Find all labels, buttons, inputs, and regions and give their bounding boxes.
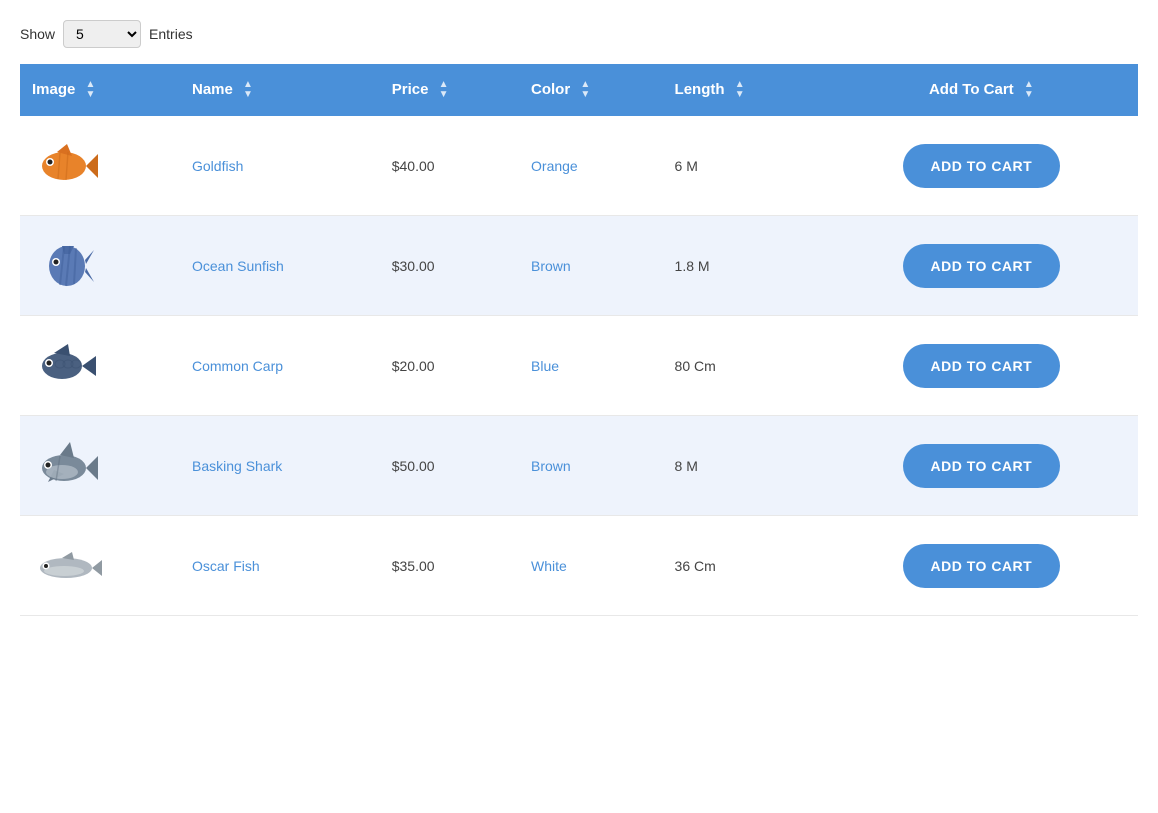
entries-select[interactable]: 5 10 25 50 100 <box>63 20 141 48</box>
add-to-cart-button[interactable]: ADD TO CART <box>903 544 1061 588</box>
table-row: Basking Shark$50.00Brown8 M ADD TO CART <box>20 416 1138 516</box>
fish-name: Common Carp <box>180 316 380 416</box>
fish-color: White <box>519 516 663 616</box>
cart-cell: ADD TO CART <box>825 216 1138 316</box>
fish-color: Blue <box>519 316 663 416</box>
sort-icon-cart: ▲▼ <box>1024 80 1034 100</box>
cart-cell: ADD TO CART <box>825 416 1138 516</box>
fish-image-cell <box>20 116 180 216</box>
col-header-image[interactable]: Image ▲▼ <box>20 64 180 116</box>
fish-color: Brown <box>519 416 663 516</box>
col-header-color[interactable]: Color ▲▼ <box>519 64 663 116</box>
col-header-price[interactable]: Price ▲▼ <box>380 64 519 116</box>
fish-name: Basking Shark <box>180 416 380 516</box>
fish-color: Orange <box>519 116 663 216</box>
sort-icon-price: ▲▼ <box>439 80 449 100</box>
table-row: Common Carp$20.00Blue80 Cm ADD TO CART <box>20 316 1138 416</box>
fish-price: $20.00 <box>380 316 519 416</box>
add-to-cart-button[interactable]: ADD TO CART <box>903 144 1061 188</box>
add-to-cart-button[interactable]: ADD TO CART <box>903 244 1061 288</box>
entries-label: Entries <box>149 26 193 42</box>
fish-name: Ocean Sunfish <box>180 216 380 316</box>
col-header-cart[interactable]: Add To Cart ▲▼ <box>825 64 1138 116</box>
add-to-cart-button[interactable]: ADD TO CART <box>903 444 1061 488</box>
fish-price: $30.00 <box>380 216 519 316</box>
fish-image-cell <box>20 516 180 616</box>
show-label: Show <box>20 26 55 42</box>
col-header-length[interactable]: Length ▲▼ <box>663 64 825 116</box>
fish-price: $50.00 <box>380 416 519 516</box>
add-to-cart-button[interactable]: ADD TO CART <box>903 344 1061 388</box>
table-body: Goldfish$40.00Orange6 M ADD TO CART Ocean… <box>20 116 1138 616</box>
table-row: Ocean Sunfish$30.00Brown1.8 M ADD TO CART <box>20 216 1138 316</box>
fish-length: 1.8 M <box>663 216 825 316</box>
table-row: Goldfish$40.00Orange6 M ADD TO CART <box>20 116 1138 216</box>
fish-color: Brown <box>519 216 663 316</box>
fish-length: 8 M <box>663 416 825 516</box>
top-controls: Show 5 10 25 50 100 Entries <box>20 20 1138 48</box>
cart-cell: ADD TO CART <box>825 516 1138 616</box>
fish-length: 36 Cm <box>663 516 825 616</box>
sort-icon-color: ▲▼ <box>580 80 590 100</box>
table-header: Image ▲▼ Name ▲▼ Price ▲▼ Color ▲▼ Lengt… <box>20 64 1138 116</box>
sort-icon-length: ▲▼ <box>735 80 745 100</box>
fish-table: Image ▲▼ Name ▲▼ Price ▲▼ Color ▲▼ Lengt… <box>20 64 1138 616</box>
table-row: Oscar Fish$35.00White36 Cm ADD TO CART <box>20 516 1138 616</box>
fish-length: 80 Cm <box>663 316 825 416</box>
fish-name: Oscar Fish <box>180 516 380 616</box>
cart-cell: ADD TO CART <box>825 316 1138 416</box>
sort-icon-name: ▲▼ <box>243 80 253 100</box>
fish-image-cell <box>20 216 180 316</box>
fish-length: 6 M <box>663 116 825 216</box>
fish-price: $35.00 <box>380 516 519 616</box>
col-header-name[interactable]: Name ▲▼ <box>180 64 380 116</box>
cart-cell: ADD TO CART <box>825 116 1138 216</box>
fish-image-cell <box>20 316 180 416</box>
sort-icon-image: ▲▼ <box>86 80 96 100</box>
fish-image-cell <box>20 416 180 516</box>
fish-name: Goldfish <box>180 116 380 216</box>
fish-price: $40.00 <box>380 116 519 216</box>
